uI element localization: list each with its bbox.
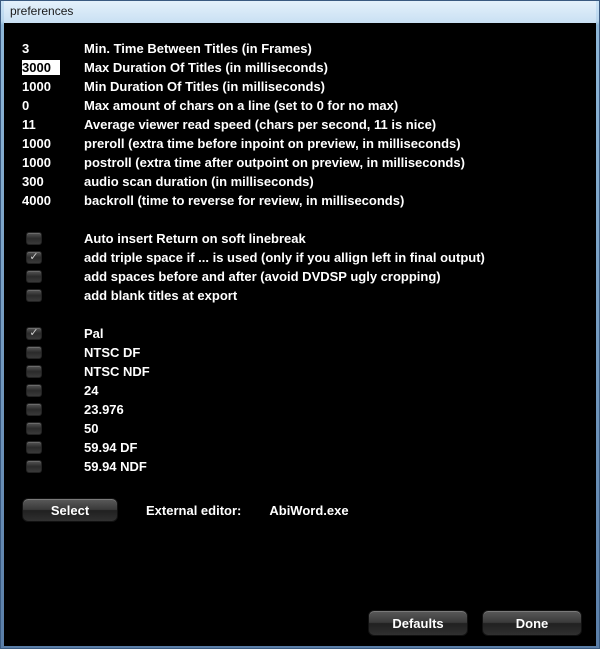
numeric-label: Max Duration Of Titles (in milliseconds) <box>84 60 582 75</box>
options-label: Auto insert Return on soft linebreak <box>84 231 582 246</box>
checkbox-col <box>22 422 84 435</box>
checkbox-add-blank-titles-at-export[interactable] <box>26 289 42 302</box>
checkbox-50[interactable] <box>26 422 42 435</box>
numeric-input-max-amount-of-chars-on-a-line-[interactable] <box>22 98 60 113</box>
options-row-3: add blank titles at export <box>22 286 582 305</box>
checkbox-col <box>22 403 84 416</box>
numeric-row-6: postroll (extra time after outpoint on p… <box>22 153 582 172</box>
numeric-row-0: Min. Time Between Titles (in Frames) <box>22 39 582 58</box>
checkbox-col <box>22 384 84 397</box>
numeric-input-average-viewer-read-speed-char[interactable] <box>22 117 60 132</box>
checkbox-col <box>22 327 84 340</box>
numeric-input-min-duration-of-titles-in-mill[interactable] <box>22 79 60 94</box>
formats-label: 59.94 DF <box>84 440 582 455</box>
done-button[interactable]: Done <box>482 610 582 636</box>
numeric-row-4: Average viewer read speed (chars per sec… <box>22 115 582 134</box>
numeric-input-col <box>22 174 84 189</box>
window-title: preferences <box>10 4 73 18</box>
checkbox-59-94-df[interactable] <box>26 441 42 454</box>
checkbox-ntsc-df[interactable] <box>26 346 42 359</box>
external-editor-value[interactable]: AbiWord.exe <box>269 503 348 518</box>
numeric-input-backroll-time-to-reverse-for-r[interactable] <box>22 193 60 208</box>
numeric-input-preroll-extra-time-before-inpo[interactable] <box>22 136 60 151</box>
numeric-label: Min. Time Between Titles (in Frames) <box>84 41 582 56</box>
numeric-label: preroll (extra time before inpoint on pr… <box>84 136 582 151</box>
formats-row-7: 59.94 NDF <box>22 457 582 476</box>
numeric-input-audio-scan-duration-in-millise[interactable] <box>22 174 60 189</box>
checkbox-col <box>22 441 84 454</box>
checkbox-59-94-ndf[interactable] <box>26 460 42 473</box>
checkbox-pal[interactable] <box>26 327 42 340</box>
checkbox-add-triple-space-if-is-used-on[interactable] <box>26 251 42 264</box>
options-row-0: Auto insert Return on soft linebreak <box>22 229 582 248</box>
formats-label: 50 <box>84 421 582 436</box>
defaults-button[interactable]: Defaults <box>368 610 468 636</box>
numeric-label: Min Duration Of Titles (in milliseconds) <box>84 79 582 94</box>
window-titlebar[interactable]: preferences <box>4 1 596 23</box>
external-editor-row: Select External editor: AbiWord.exe <box>22 498 582 522</box>
numeric-input-min-time-between-titles-in-fra[interactable] <box>22 41 60 56</box>
formats-row-3: 24 <box>22 381 582 400</box>
checkbox-col <box>22 460 84 473</box>
options-label: add triple space if ... is used (only if… <box>84 250 582 265</box>
numeric-row-2: Min Duration Of Titles (in milliseconds) <box>22 77 582 96</box>
options-label: add blank titles at export <box>84 288 582 303</box>
formats-row-5: 50 <box>22 419 582 438</box>
options-label: add spaces before and after (avoid DVDSP… <box>84 269 582 284</box>
options-row-1: add triple space if ... is used (only if… <box>22 248 582 267</box>
numeric-input-postroll-extra-time-after-outp[interactable] <box>22 155 60 170</box>
formats-label: 23.976 <box>84 402 582 417</box>
numeric-input-col <box>22 155 84 170</box>
numeric-label: Average viewer read speed (chars per sec… <box>84 117 582 132</box>
formats-label: NTSC NDF <box>84 364 582 379</box>
checkbox-24[interactable] <box>26 384 42 397</box>
numeric-input-col <box>22 136 84 151</box>
numeric-row-8: backroll (time to reverse for review, in… <box>22 191 582 210</box>
checkbox-auto-insert-return-on-soft-lin[interactable] <box>26 232 42 245</box>
numeric-label: postroll (extra time after outpoint on p… <box>84 155 582 170</box>
checkbox-col <box>22 270 84 283</box>
checkbox-col <box>22 365 84 378</box>
formats-row-0: Pal <box>22 324 582 343</box>
formats-label: 24 <box>84 383 582 398</box>
window-frame: preferences Min. Time Between Titles (in… <box>0 0 600 649</box>
checkbox-col <box>22 289 84 302</box>
dialog-buttons: Defaults Done <box>368 610 582 636</box>
numeric-input-col <box>22 79 84 94</box>
checkbox-col <box>22 251 84 264</box>
formats-row-4: 23.976 <box>22 400 582 419</box>
numeric-label: audio scan duration (in milliseconds) <box>84 174 582 189</box>
options-row-2: add spaces before and after (avoid DVDSP… <box>22 267 582 286</box>
formats-label: Pal <box>84 326 582 341</box>
external-editor-label: External editor: <box>146 503 241 518</box>
checkbox-col <box>22 346 84 359</box>
checkbox-add-spaces-before-and-after-av[interactable] <box>26 270 42 283</box>
formats-row-6: 59.94 DF <box>22 438 582 457</box>
formats-label: 59.94 NDF <box>84 459 582 474</box>
checkbox-23-976[interactable] <box>26 403 42 416</box>
numeric-label: backroll (time to reverse for review, in… <box>84 193 582 208</box>
numeric-row-3: Max amount of chars on a line (set to 0 … <box>22 96 582 115</box>
numeric-input-max-duration-of-titles-in-mill[interactable] <box>22 60 60 75</box>
checkbox-ntsc-ndf[interactable] <box>26 365 42 378</box>
numeric-row-5: preroll (extra time before inpoint on pr… <box>22 134 582 153</box>
numeric-input-col <box>22 193 84 208</box>
formats-row-2: NTSC NDF <box>22 362 582 381</box>
numeric-input-col <box>22 117 84 132</box>
numeric-input-col <box>22 41 84 56</box>
select-button[interactable]: Select <box>22 498 118 522</box>
numeric-input-col <box>22 98 84 113</box>
preferences-panel: Min. Time Between Titles (in Frames) Max … <box>4 23 596 646</box>
formats-row-1: NTSC DF <box>22 343 582 362</box>
numeric-row-1: Max Duration Of Titles (in milliseconds) <box>22 58 582 77</box>
numeric-input-col <box>22 60 84 75</box>
checkbox-col <box>22 232 84 245</box>
numeric-label: Max amount of chars on a line (set to 0 … <box>84 98 582 113</box>
numeric-row-7: audio scan duration (in milliseconds) <box>22 172 582 191</box>
formats-label: NTSC DF <box>84 345 582 360</box>
